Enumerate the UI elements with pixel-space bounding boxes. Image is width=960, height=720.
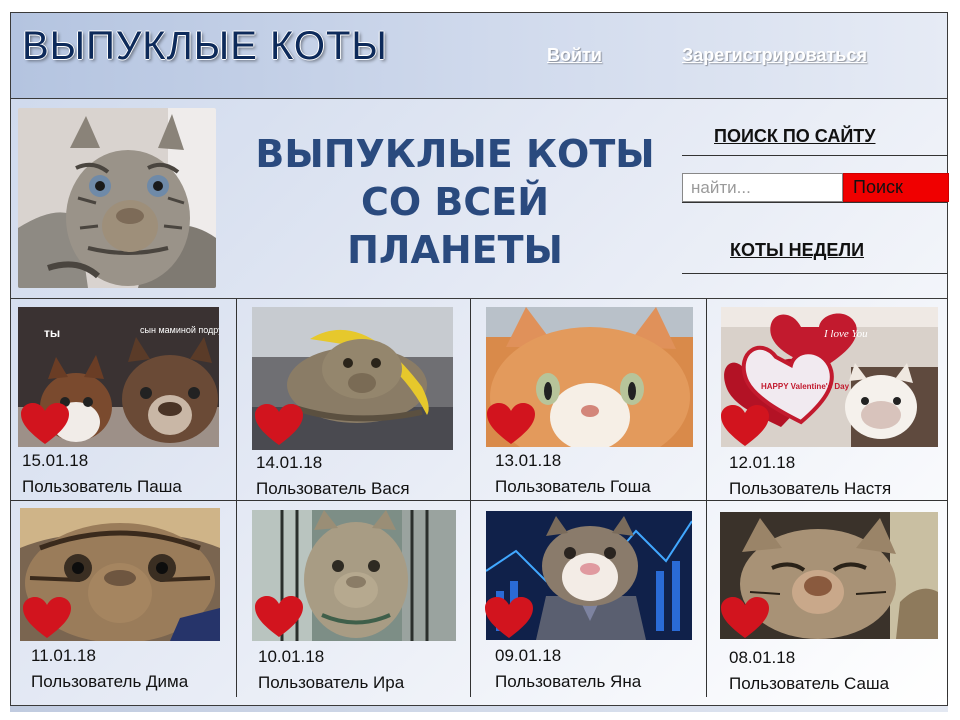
card-user[interactable]: Пользователь Дима [31,672,188,692]
card-date: 11.01.18 [31,646,96,665]
grid-divider [470,299,471,697]
hero-tagline: ВЫПУКЛЫЕ КОТЫ СО ВСЕЙ ПЛАНЕТЫ [230,130,680,274]
meme-caption-right: сын маминой подруги [140,325,219,335]
grid-divider [236,299,237,697]
card-date: 14.01.18 [256,453,323,472]
heart-icon[interactable] [484,596,534,640]
search-bottom-divider [682,202,948,203]
site-logo[interactable]: ВЫПУКЛЫЕ КОТЫ [22,24,388,69]
search-title-divider [682,155,948,156]
heart-icon[interactable] [22,596,72,640]
hero-cat-illustration [18,108,216,288]
heart-icon[interactable] [720,404,770,448]
card-user[interactable]: Пользователь Яна [495,672,641,692]
card-date: 13.01.18 [495,451,562,470]
card-user[interactable]: Пользователь Паша [22,477,182,497]
card-date: 15.01.18 [22,451,89,470]
heart-icon[interactable] [254,595,304,639]
card-user[interactable]: Пользователь Ира [258,673,404,693]
search-button[interactable]: Поиск [843,173,949,202]
grid-divider [706,299,707,697]
card-date: 12.01.18 [729,453,796,472]
weekly-title-divider [682,273,948,274]
balloon-text: HAPPY Valentine's Day [761,382,850,391]
search-input[interactable] [682,173,843,202]
search-section-title: ПОИСК ПО САЙТУ [714,126,876,146]
card-user[interactable]: Пользователь Вася [256,479,410,499]
card-date: 08.01.18 [729,648,796,667]
card-date: 09.01.18 [495,646,562,665]
balloon-text: I love You [823,328,868,340]
card-user[interactable]: Пользователь Настя [729,479,891,499]
meme-caption-left: ты [44,326,60,340]
weekly-cats-title[interactable]: КОТЫ НЕДЕЛИ [730,240,864,261]
heart-icon[interactable] [720,596,770,640]
login-link[interactable]: Войти [547,45,602,66]
tagline-line-1: ВЫПУКЛЫЕ КОТЫ [255,132,655,176]
heart-icon[interactable] [486,402,536,446]
footer-bar [10,706,948,712]
hero-cat-photo [18,108,216,288]
grid-divider [947,299,948,697]
card-user[interactable]: Пользователь Саша [729,674,889,694]
heart-icon[interactable] [20,402,70,446]
tagline-line-3: ПЛАНЕТЫ [347,228,563,272]
card-user[interactable]: Пользователь Гоша [495,477,651,497]
card-date: 10.01.18 [258,647,325,666]
heart-icon[interactable] [254,403,304,447]
tagline-line-2: СО ВСЕЙ [360,180,550,224]
grid-row-divider [11,500,947,501]
register-link[interactable]: Зарегистрироваться [682,45,867,66]
